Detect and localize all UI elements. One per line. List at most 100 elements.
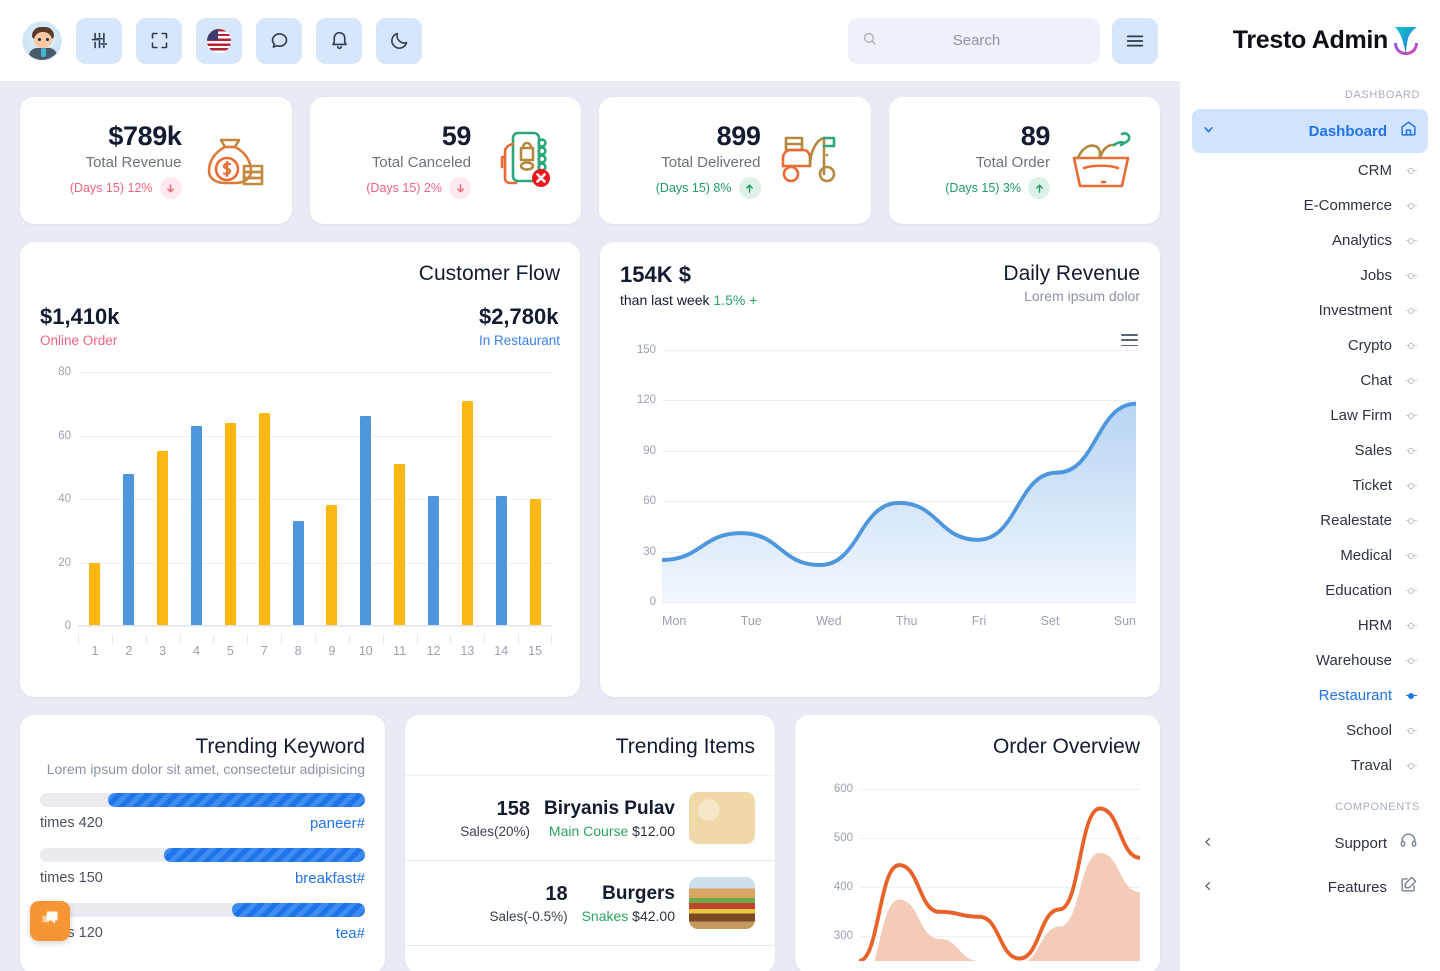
keyword-tag[interactable]: breakfast# — [295, 870, 365, 887]
chevron-down-icon — [1202, 123, 1215, 139]
keyword-times: times 150 — [40, 870, 103, 886]
sidebar-item-e-commerce[interactable]: E-Commerce — [1192, 188, 1428, 223]
sidebar-item-crm[interactable]: CRM — [1192, 153, 1428, 188]
fullscreen-button[interactable] — [136, 17, 182, 64]
in-restaurant-label: In Restaurant — [478, 333, 560, 348]
search-box[interactable] — [848, 17, 1100, 64]
daily-revenue-metric: 154K $ than last week 1.5% + — [620, 262, 757, 308]
sidebar-item-hrm[interactable]: HRM — [1192, 608, 1428, 643]
sidebar-item-analytics[interactable]: Analytics — [1192, 223, 1428, 258]
x-axis-tick-label: 8 — [294, 644, 302, 658]
bar-column[interactable] — [146, 372, 180, 626]
bar-column[interactable] — [180, 372, 214, 626]
sidebar-item-label: Jobs — [1360, 267, 1392, 284]
fullscreen-icon — [149, 30, 170, 51]
sidebar-item-education[interactable]: Education — [1192, 573, 1428, 608]
customer-flow-title: Customer Flow — [418, 262, 560, 285]
sidebar-item-chat[interactable]: Chat — [1192, 363, 1428, 398]
item-price: $12.00 — [632, 822, 675, 839]
sidebar-item-label: Law Firm — [1330, 407, 1392, 424]
chat-fab-button[interactable] — [30, 901, 70, 941]
sidebar-item-features[interactable]: Features — [1192, 865, 1428, 909]
bar-column[interactable] — [281, 372, 315, 626]
keyword-row[interactable]: times 420 paneer# — [40, 793, 365, 832]
bar[interactable] — [123, 473, 135, 626]
bar-column[interactable] — [383, 372, 417, 626]
sidebar-item-warehouse[interactable]: Warehouse — [1192, 643, 1428, 678]
bar-column[interactable] — [518, 372, 552, 626]
stat-card-total-delivered[interactable]: 899 Total Delivered (Days 15) 8% — [599, 97, 871, 224]
bar[interactable] — [529, 499, 541, 626]
settings-sliders-icon — [89, 30, 110, 51]
bar[interactable] — [157, 451, 169, 626]
bar[interactable] — [326, 505, 338, 626]
bar[interactable] — [428, 495, 440, 626]
bar-column[interactable] — [213, 372, 247, 626]
search-input[interactable] — [877, 32, 1094, 49]
sidebar-item-label: Dashboard — [1308, 122, 1387, 140]
bar-column[interactable] — [315, 372, 349, 626]
sidebar-section-components: COMPONENTS — [1335, 801, 1420, 813]
settings-sliders-button[interactable] — [76, 17, 122, 64]
stat-label: Total Delivered — [661, 154, 761, 172]
bar[interactable] — [224, 422, 236, 626]
sidebar-item-dashboard[interactable]: Dashboard — [1192, 109, 1428, 153]
order-overview-svg — [859, 806, 1140, 961]
bar-column[interactable] — [417, 372, 451, 626]
y-axis-tick-label: 40 — [58, 493, 71, 505]
bar-column[interactable] — [78, 372, 112, 626]
sidebar-item-restaurant[interactable]: Restaurant — [1192, 678, 1428, 713]
bar[interactable] — [191, 425, 202, 626]
avatar[interactable] — [22, 20, 62, 61]
brand[interactable]: Tresto Admin — [1180, 0, 1440, 81]
bar-column[interactable] — [247, 372, 281, 626]
stat-value: $789k — [108, 120, 182, 151]
menu-toggle-button[interactable] — [1112, 17, 1158, 64]
trending-item-row[interactable]: 158 Sales(20%) Biryanis Pulav Main Course $… — [405, 776, 775, 861]
bar[interactable] — [292, 521, 304, 626]
sidebar-item-sales[interactable]: Sales — [1192, 433, 1428, 468]
item-thumbnail — [689, 877, 755, 929]
bar[interactable] — [394, 464, 406, 626]
stat-card-total-canceled[interactable]: 59 Total Canceled (Days 15) 2% — [309, 97, 581, 224]
notifications-button[interactable] — [316, 17, 362, 64]
bar-column[interactable] — [484, 372, 518, 626]
trending-item-row[interactable]: 18 Sales(-0.5%) Burgers Snakes $42.00 — [405, 861, 775, 946]
sidebar-item-label: Realestate — [1320, 512, 1392, 529]
sidebar-item-investment[interactable]: Investment — [1192, 293, 1428, 328]
bar-column[interactable] — [450, 372, 484, 626]
sidebar-item-realestate[interactable]: Realestate — [1192, 503, 1428, 538]
sidebar-item-ticket[interactable]: Ticket — [1192, 468, 1428, 503]
bar-column[interactable] — [112, 372, 146, 626]
bar[interactable] — [495, 495, 507, 626]
keyword-row[interactable]: times 120 tea# — [40, 903, 365, 942]
bar[interactable] — [360, 416, 372, 626]
x-axis-tick-label: Sun — [1113, 614, 1136, 628]
bar-column[interactable] — [349, 372, 383, 626]
bar[interactable] — [258, 413, 270, 626]
bar[interactable] — [89, 562, 101, 626]
stat-cards-row: $789k Total Revenue (Days 15) 12% 59 Tot… — [20, 97, 1160, 224]
keyword-tag[interactable]: tea# — [336, 925, 365, 942]
item-sales: Sales(-0.5%) — [489, 908, 568, 924]
sidebar-item-traval[interactable]: Traval — [1192, 748, 1428, 783]
bullet-dot-icon — [1404, 272, 1418, 279]
sidebar-item-crypto[interactable]: Crypto — [1192, 328, 1428, 363]
stat-value: 899 — [716, 120, 761, 151]
sidebar-item-jobs[interactable]: Jobs — [1192, 258, 1428, 293]
sidebar-item-law-firm[interactable]: Law Firm — [1192, 398, 1428, 433]
stat-card-total-revenue[interactable]: $789k Total Revenue (Days 15) 12% — [20, 97, 292, 224]
keyword-row[interactable]: times 150 breakfast# — [40, 848, 365, 887]
sidebar-item-school[interactable]: School — [1192, 713, 1428, 748]
sidebar-scroll[interactable]: DASHBOARD Dashboard CRM E-Commerce Analyti… — [1180, 81, 1440, 971]
item-sales-block: 158 Sales(20%) — [460, 798, 530, 839]
stat-card-total-order[interactable]: 89 Total Order (Days 15) 3% — [888, 97, 1160, 224]
sidebar-item-support[interactable]: Support — [1192, 821, 1428, 865]
bar[interactable] — [461, 400, 473, 626]
dark-mode-button[interactable] — [376, 17, 422, 64]
language-button[interactable] — [196, 17, 242, 64]
chevron-left-icon — [1202, 836, 1214, 851]
sidebar-item-medical[interactable]: Medical — [1192, 538, 1428, 573]
keyword-tag[interactable]: paneer# — [310, 815, 365, 832]
messages-button[interactable] — [256, 17, 302, 64]
